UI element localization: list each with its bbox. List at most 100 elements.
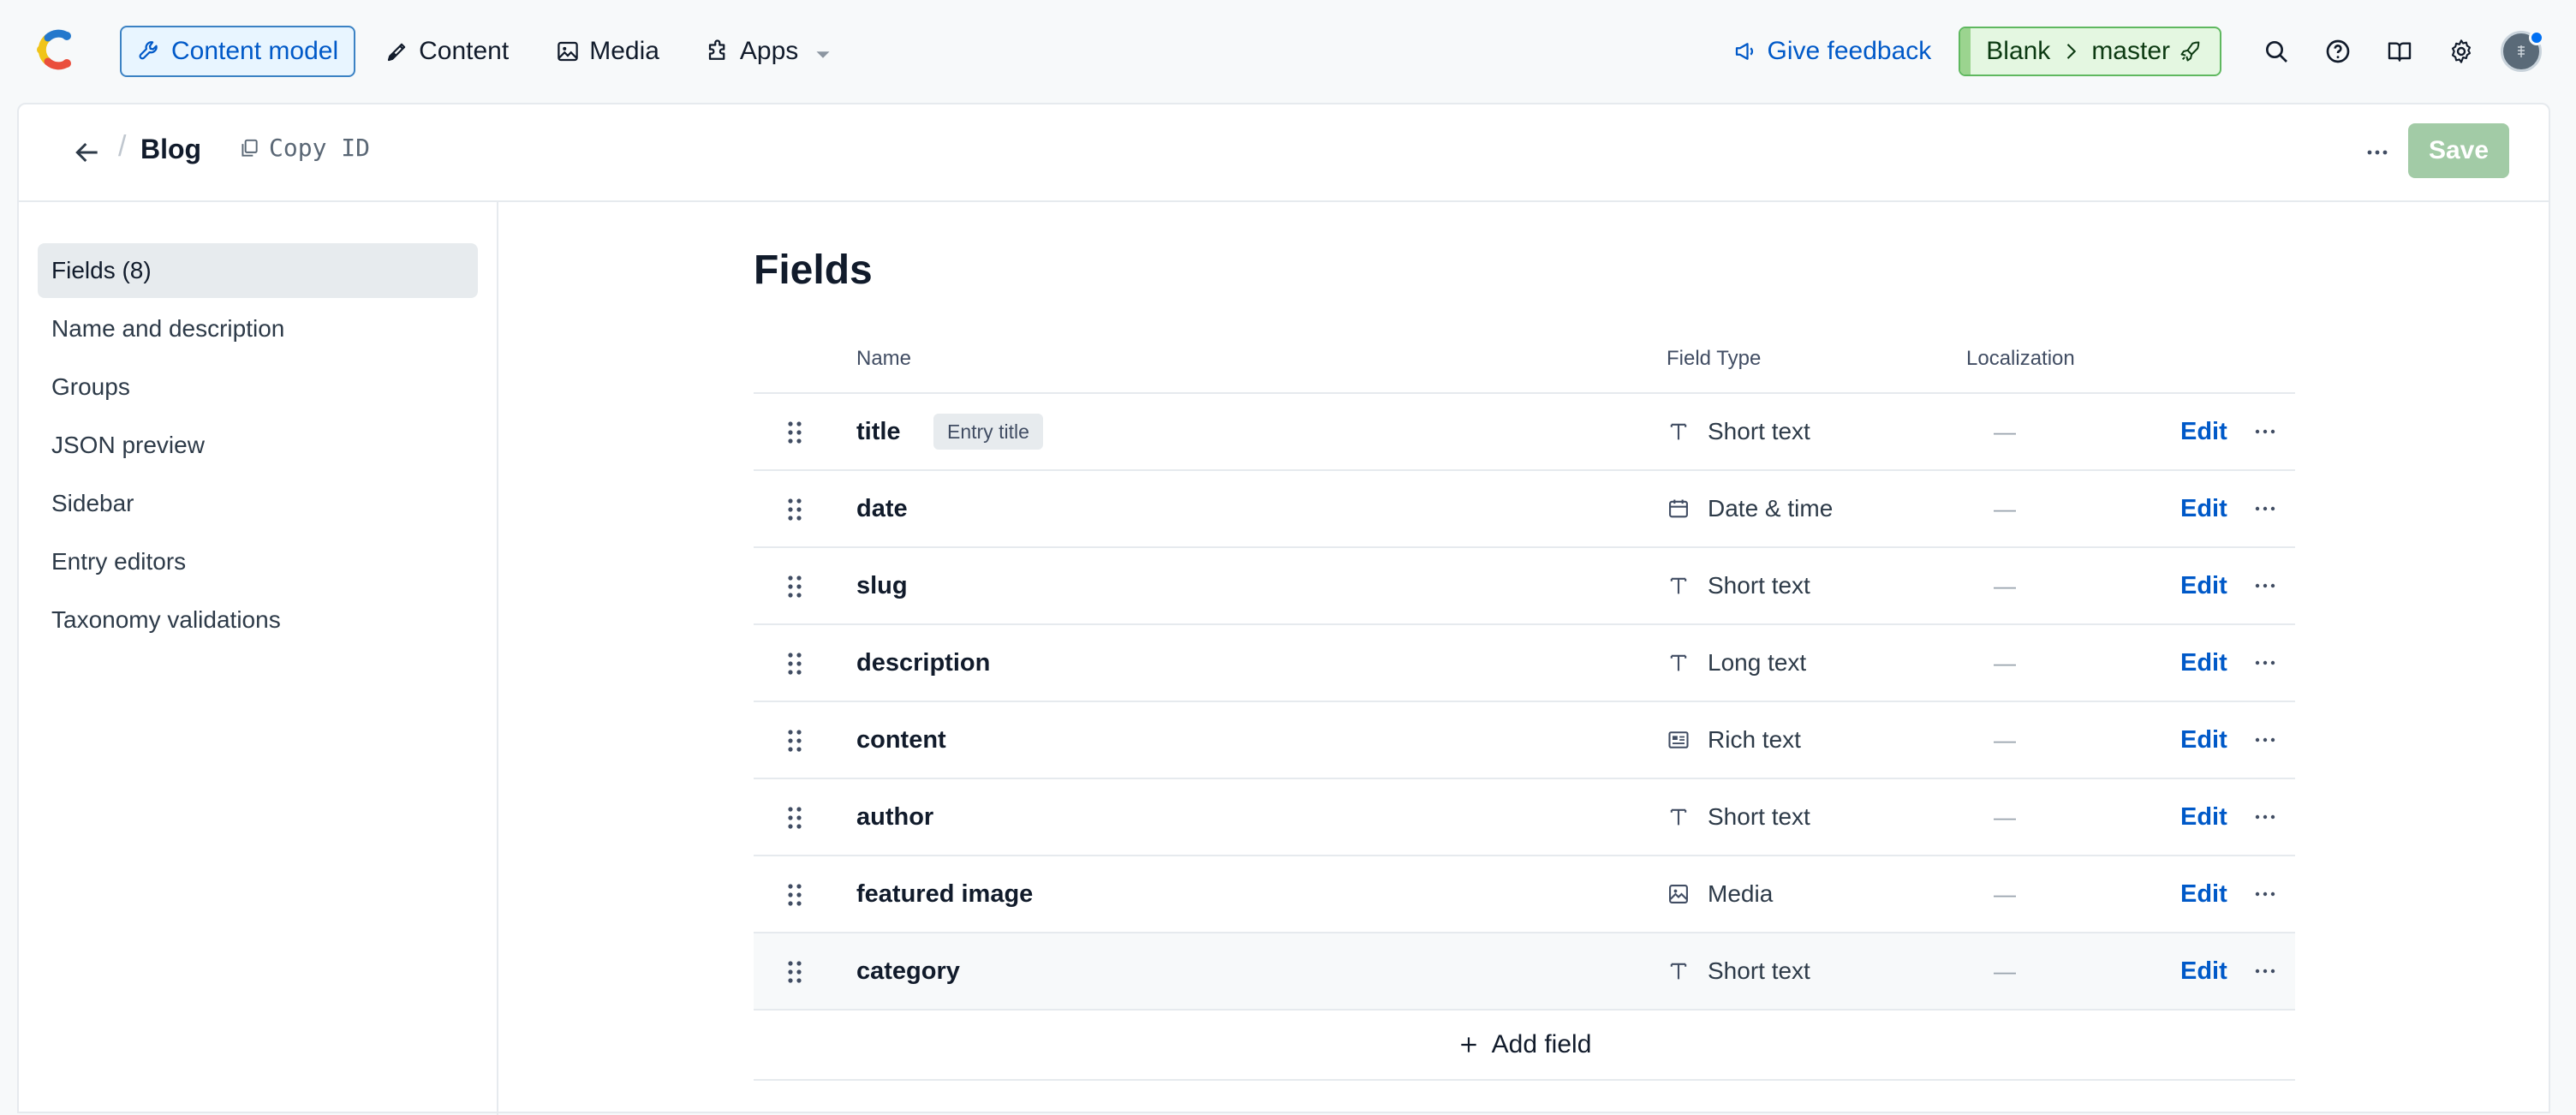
sidebar-item-groups[interactable]: Groups <box>38 360 478 414</box>
space-name: Blank <box>1986 37 2051 65</box>
give-feedback-link[interactable]: Give feedback <box>1732 37 1931 66</box>
copy-id-label: Copy ID <box>269 134 371 162</box>
field-type-label: Short text <box>1708 418 1810 444</box>
more-horizontal-icon[interactable] <box>2252 577 2278 594</box>
edit-field-link[interactable]: Edit <box>2180 418 2227 446</box>
docs-button[interactable] <box>2369 26 2430 77</box>
breadcrumb-separator: / <box>118 130 127 163</box>
add-field-button[interactable]: Add field <box>754 1011 2295 1081</box>
puzzle-icon <box>706 39 731 64</box>
column-header-field-type: Field Type <box>1667 347 1762 370</box>
more-horizontal-icon[interactable] <box>2252 731 2278 748</box>
nav-label: Content model <box>171 37 339 65</box>
drag-handle-icon[interactable] <box>786 959 803 985</box>
notification-dot <box>2529 30 2544 45</box>
table-row[interactable]: title Entry title Short text — Edit <box>754 394 2295 471</box>
more-horizontal-icon[interactable] <box>2252 500 2278 517</box>
sidebar-item-sidebar[interactable]: Sidebar <box>38 476 478 531</box>
contentful-logo[interactable] <box>33 26 75 74</box>
drag-handle-icon[interactable] <box>786 728 803 754</box>
more-horizontal-icon[interactable] <box>2252 654 2278 671</box>
sidebar-item-fields[interactable]: Fields (8) <box>38 243 478 298</box>
book-icon <box>2386 38 2413 65</box>
more-horizontal-icon[interactable] <box>2252 423 2278 440</box>
field-type: Date & time <box>1667 495 1833 522</box>
field-name: date <box>856 494 908 522</box>
edit-field-link[interactable]: Edit <box>2180 495 2227 523</box>
drag-handle-icon[interactable] <box>786 651 803 677</box>
edit-field-link[interactable]: Edit <box>2180 957 2227 986</box>
drag-handle-icon[interactable] <box>786 574 803 599</box>
edit-field-link[interactable]: Edit <box>2180 649 2227 677</box>
chevron-right-icon <box>2059 39 2083 63</box>
table-row[interactable]: description Long text — Edit <box>754 625 2295 702</box>
rocket-icon <box>2179 39 2203 63</box>
image-icon <box>555 39 581 64</box>
caret-down-icon <box>810 42 830 61</box>
nav-media[interactable]: Media <box>538 26 677 77</box>
drag-handle-icon[interactable] <box>786 882 803 908</box>
save-button[interactable]: Save <box>2408 123 2509 178</box>
localization-value: — <box>1994 572 2016 599</box>
edit-field-link[interactable]: Edit <box>2180 880 2227 909</box>
edit-field-link[interactable]: Edit <box>2180 803 2227 832</box>
edit-field-link[interactable]: Edit <box>2180 726 2227 754</box>
nav-content-model[interactable]: Content model <box>120 26 356 77</box>
field-type-label: Short text <box>1708 803 1810 830</box>
user-avatar[interactable] <box>2501 30 2544 72</box>
field-type-label: Media <box>1708 880 1774 907</box>
table-row[interactable]: slug Short text — Edit <box>754 548 2295 625</box>
top-right-actions: Give feedback Blank master <box>1732 26 2544 77</box>
text-icon <box>1667 959 1690 983</box>
field-name: slug <box>856 571 908 599</box>
field-type: Media <box>1667 880 1773 908</box>
sidebar-item-taxonomy-validations[interactable]: Taxonomy validations <box>38 593 478 647</box>
table-row[interactable]: featured image Media — Edit <box>754 856 2295 933</box>
nav-label: Content <box>419 37 510 65</box>
help-button[interactable] <box>2307 26 2369 77</box>
sidebar-item-entry-editors[interactable]: Entry editors <box>38 534 478 589</box>
drag-handle-icon[interactable] <box>786 805 803 831</box>
more-horizontal-icon[interactable] <box>2252 963 2278 980</box>
sidebar-item-json-preview[interactable]: JSON preview <box>38 418 478 473</box>
localization-value: — <box>1994 880 2016 907</box>
table-row[interactable]: author Short text — Edit <box>754 779 2295 856</box>
field-name: content <box>856 725 946 754</box>
arrow-left-icon <box>70 135 104 170</box>
more-horizontal-icon[interactable] <box>2252 885 2278 903</box>
field-name: title <box>856 417 901 445</box>
edit-field-link[interactable]: Edit <box>2180 572 2227 600</box>
localization-value: — <box>1994 418 2016 444</box>
top-navigation: Content model Content Media Apps Give fe… <box>0 0 2576 103</box>
table-row[interactable]: content Rich text — Edit <box>754 702 2295 779</box>
rich-text-icon <box>1667 728 1690 752</box>
field-type: Short text <box>1667 957 1810 985</box>
gear-icon <box>2448 38 2475 65</box>
table-row[interactable]: category Short text — Edit <box>754 933 2295 1011</box>
back-button[interactable] <box>70 135 104 170</box>
avatar-glyph <box>2518 45 2525 57</box>
field-name: author <box>856 802 934 831</box>
drag-handle-icon[interactable] <box>786 420 803 445</box>
field-type-label: Date & time <box>1708 495 1834 522</box>
page-title: Blog <box>140 134 202 164</box>
nav-apps[interactable]: Apps <box>689 26 846 77</box>
localization-value: — <box>1994 803 2016 830</box>
fields-panel: Fields Name Field Type Localization titl… <box>754 202 2295 1081</box>
more-actions-button[interactable] <box>2360 137 2394 168</box>
nav-content[interactable]: Content <box>367 26 526 77</box>
more-horizontal-icon[interactable] <box>2252 808 2278 826</box>
settings-button[interactable] <box>2430 26 2492 77</box>
drag-handle-icon[interactable] <box>786 497 803 522</box>
field-type-label: Rich text <box>1708 726 1801 753</box>
environment-switcher[interactable]: Blank master <box>1959 27 2221 76</box>
search-button[interactable] <box>2245 26 2307 77</box>
table-row[interactable]: date Date & time — Edit <box>754 471 2295 548</box>
fields-table: Name Field Type Localization title Entry … <box>754 325 2295 1081</box>
text-icon <box>1667 651 1690 675</box>
sidebar-item-name-description[interactable]: Name and description <box>38 301 478 356</box>
localization-value: — <box>1994 957 2016 984</box>
content-type-editor: / Blog Copy ID Save Fields (8) Name and … <box>17 103 2550 1115</box>
field-name: category <box>856 957 960 985</box>
copy-id-button[interactable]: Copy ID <box>238 134 370 162</box>
